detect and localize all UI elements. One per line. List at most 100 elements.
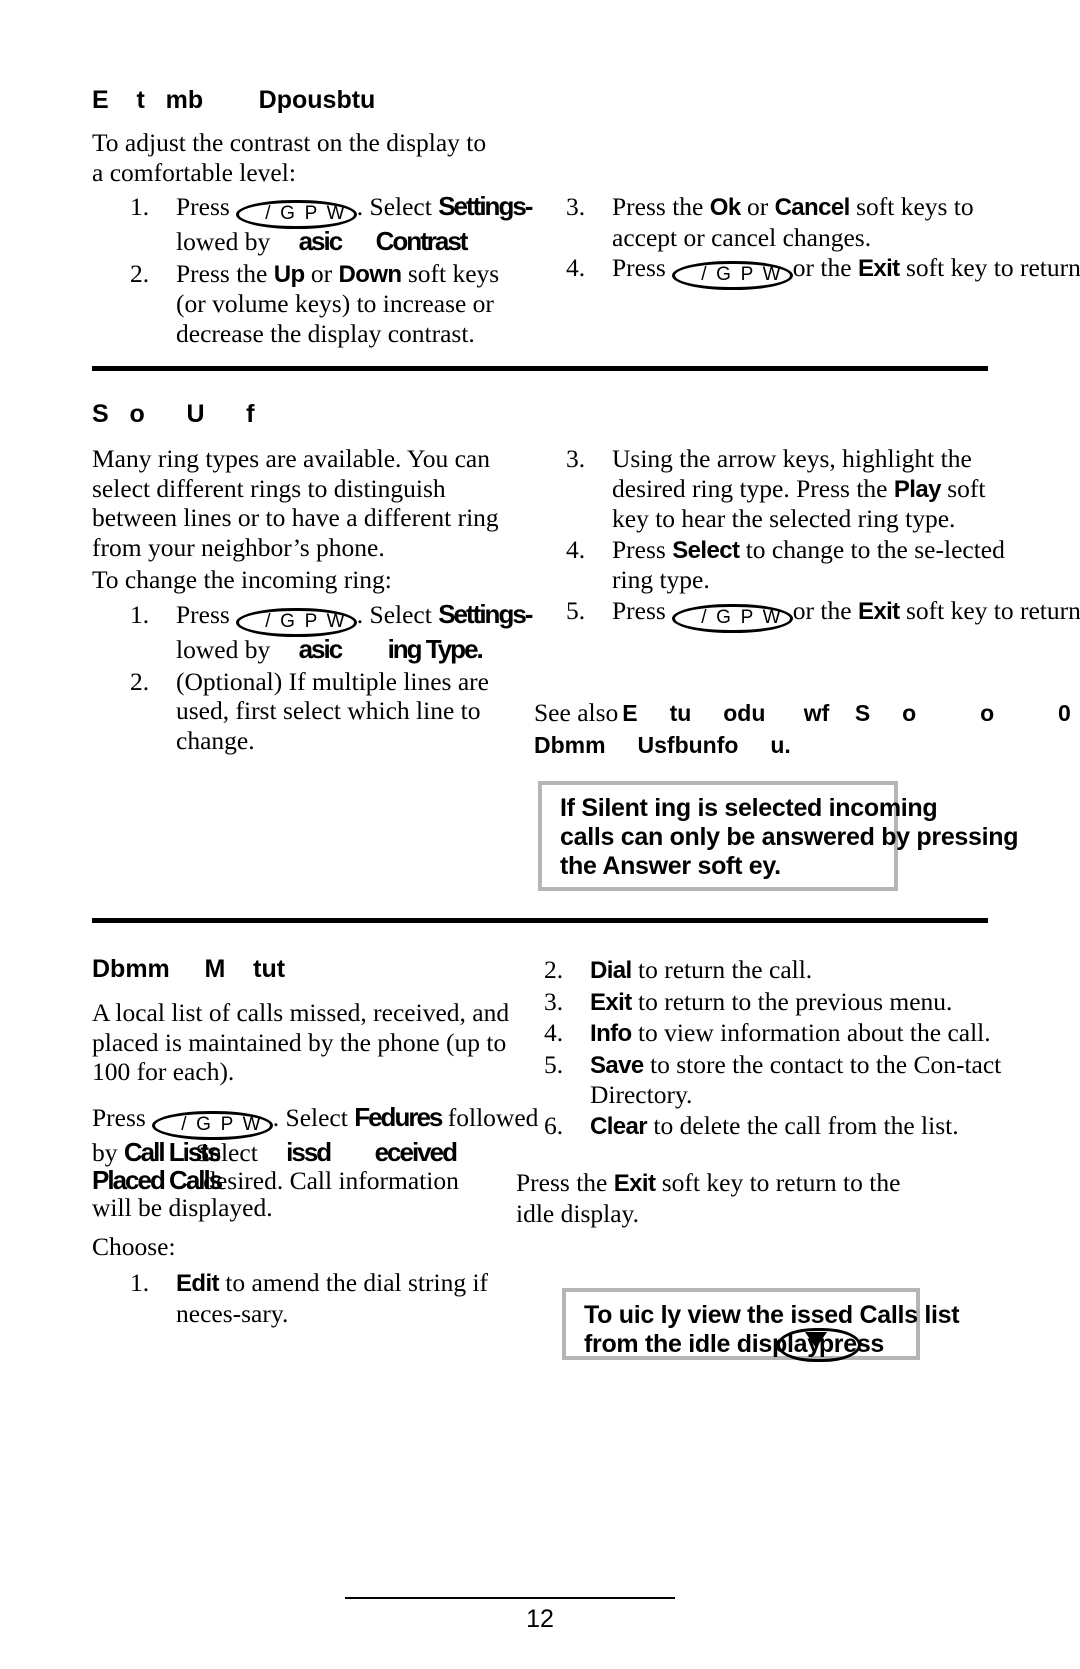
see-also-ref-line1: E tu odu wf S o o 0 bbox=[622, 700, 1071, 726]
press-label: Press bbox=[92, 1103, 146, 1132]
press-line2-pre: by bbox=[92, 1138, 118, 1167]
heading-text: E t mb Dpousbtu bbox=[92, 86, 376, 114]
bold-label-basic: asic bbox=[298, 634, 344, 664]
bold-label-settings: Settings bbox=[438, 599, 527, 629]
bold-hyphen: - bbox=[524, 599, 534, 629]
list-item: 4. Press Select to change to the se-lect… bbox=[566, 535, 1026, 595]
menu-key-icon: / G P W bbox=[236, 608, 357, 637]
call-lists-press-instructions: Press / G P W. Select Fedures followed b… bbox=[92, 1102, 538, 1223]
footer-divider bbox=[345, 1597, 675, 1599]
page-number: 12 bbox=[526, 1605, 554, 1633]
bold-label-features: Fedures bbox=[354, 1102, 443, 1132]
list-number: 2. bbox=[130, 666, 150, 696]
bold-label-missed: issd bbox=[286, 1137, 332, 1167]
press-post: followed bbox=[447, 1103, 539, 1132]
bold-label-basic: asic bbox=[298, 226, 344, 256]
list-item: 3. Using the arrow keys, highlight the d… bbox=[566, 444, 1026, 534]
choose-label: Choose: bbox=[92, 1232, 176, 1261]
section-heading-call-lists: Dbmm M tut bbox=[92, 955, 512, 984]
list-item: 2. Press the Up or Down soft keys (or vo… bbox=[130, 259, 530, 349]
section-divider bbox=[92, 918, 988, 923]
step-text-mid: or bbox=[310, 258, 333, 288]
bold-label-edit: Edit bbox=[176, 1270, 220, 1297]
step-text-mid: or the bbox=[792, 253, 852, 282]
step-text-post: soft key to return to the idle display. bbox=[905, 253, 1080, 282]
list-item: 4. Info to view information about the ca… bbox=[544, 1018, 1014, 1049]
step-text: to view information about the call. bbox=[637, 1018, 991, 1047]
note-box-silent-ring: If Silent ing is selected incoming calls… bbox=[538, 781, 1019, 891]
step-text: Press the bbox=[612, 192, 704, 221]
bold-label-exit: Exit bbox=[857, 597, 900, 625]
display-contrast-steps-left: 1. Press / G P W. Select Settings- lowed… bbox=[130, 191, 534, 349]
ring-type-para1: Many ring types are available. You can s… bbox=[92, 444, 499, 562]
step-text: Press bbox=[612, 595, 666, 625]
step-text-post: soft key to return to the idle display. bbox=[905, 595, 1080, 625]
bold-label-placed-calls: Placed Calls bbox=[92, 1164, 223, 1195]
step-text: to return to the previous menu. bbox=[638, 986, 953, 1016]
list-number: 1. bbox=[130, 1268, 150, 1297]
call-lists-steps-left: 1. Edit to amend the dial string if nece… bbox=[130, 1268, 530, 1329]
list-number: 6. bbox=[544, 1110, 564, 1140]
step-text-post: to change to the se-lected ring type. bbox=[612, 534, 1005, 595]
bold-label-play: Play bbox=[893, 475, 942, 503]
document-page: E t mb Dpousbtu To adjust the contrast o… bbox=[0, 0, 1080, 1669]
list-number: 4. bbox=[566, 253, 586, 282]
menu-key-icon: / G P W bbox=[152, 1111, 273, 1140]
step-text-mid: or bbox=[746, 192, 769, 221]
heading-text: S o U f bbox=[92, 400, 255, 428]
ring-type-para2: To change the incoming ring: bbox=[92, 565, 392, 594]
list-item: 5. Press / G P Wor the Exit soft key to … bbox=[566, 595, 1080, 633]
list-number: 4. bbox=[566, 534, 586, 564]
list-number: 1. bbox=[130, 600, 150, 629]
heading-text: Dbmm M tut bbox=[92, 955, 286, 983]
bold-label-received: eceived bbox=[374, 1137, 458, 1167]
press-select-label: Select bbox=[195, 1138, 258, 1167]
bold-label-exit: Exit bbox=[857, 255, 900, 282]
note-line-1: To uic ly view the issed Calls list bbox=[584, 1301, 960, 1329]
bold-label-contrast: Contrast bbox=[375, 226, 469, 256]
bold-label-down: Down bbox=[338, 260, 403, 288]
ring-type-steps-left: 1. Press / G P W. Select Settings- lowed… bbox=[130, 599, 540, 756]
list-item: 2. (Optional) If multiple lines are used… bbox=[130, 667, 540, 756]
bold-label-up: Up bbox=[273, 260, 305, 288]
bold-label-save: Save bbox=[590, 1051, 644, 1079]
list-item: 3. Exit to return to the previous menu. bbox=[544, 987, 1014, 1018]
bold-label-select: Select bbox=[672, 536, 740, 564]
step-text-cont: lowed by bbox=[176, 635, 271, 664]
list-item: 1. Edit to amend the dial string if nece… bbox=[130, 1268, 530, 1328]
see-also-label: See also bbox=[534, 698, 619, 727]
closing-pre: Press the bbox=[516, 1168, 608, 1197]
bold-label-cancel: Cancel bbox=[774, 194, 851, 221]
bold-label-settings: Settings bbox=[438, 191, 527, 221]
call-lists-closing: Press the Exit soft key to return to the… bbox=[516, 1168, 936, 1228]
bold-hyphen: - bbox=[524, 191, 534, 221]
list-item: 2. Dial to return the call. bbox=[544, 955, 1014, 986]
bold-label-exit: Exit bbox=[613, 1170, 656, 1197]
list-item: 6. Clear to delete the call from the lis… bbox=[544, 1111, 1014, 1142]
step-text: (Optional) If multiple lines are used, f… bbox=[176, 666, 489, 755]
step-text-cont: lowed by bbox=[176, 227, 271, 256]
press-mid: . Select bbox=[272, 1103, 348, 1132]
step-text: to return the call. bbox=[638, 955, 813, 984]
step-text-mid: . Select bbox=[356, 192, 432, 221]
bold-label-dial: Dial bbox=[590, 957, 632, 984]
step-text-mid: or the bbox=[792, 595, 852, 625]
step-text: to amend the dial string if neces-sary. bbox=[176, 1268, 489, 1328]
see-also-reference: See also E tu odu wf S o o 0 Dbmm Usfbun… bbox=[534, 698, 1071, 759]
note-line-2: calls can only be answered by pressing bbox=[560, 823, 1019, 851]
list-number: 2. bbox=[130, 258, 150, 288]
section-heading-ring-type: S o U f bbox=[92, 400, 512, 429]
display-contrast-intro: To adjust the contrast on the display to… bbox=[92, 128, 487, 187]
step-text: Press bbox=[612, 253, 666, 282]
note-line-1: If Silent ing is selected incoming bbox=[560, 794, 938, 822]
note-box-missed-calls: To uic ly view the issed Calls list from… bbox=[562, 1288, 960, 1362]
bold-label-ok: Ok bbox=[709, 194, 741, 221]
menu-key-icon: / G P W bbox=[672, 261, 793, 290]
step-text: Press bbox=[612, 534, 666, 564]
note-line-3: the Answer soft ey. bbox=[560, 852, 781, 880]
display-contrast-steps-right: 3. Press the Ok or Cancel soft keys to a… bbox=[566, 192, 1080, 291]
list-number: 5. bbox=[544, 1049, 564, 1079]
list-number: 2. bbox=[544, 955, 564, 984]
list-number: 3. bbox=[566, 444, 586, 473]
step-text: Press bbox=[176, 600, 230, 629]
